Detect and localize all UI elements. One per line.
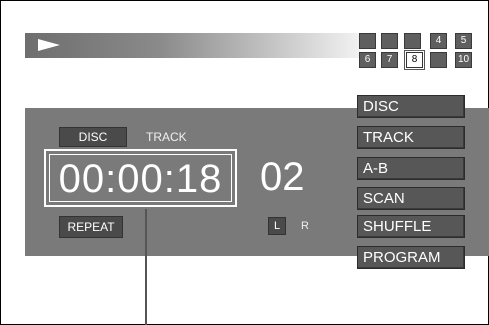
channel-left-indicator: L	[268, 217, 286, 235]
track-cell[interactable]: 4	[430, 33, 447, 49]
track-cell[interactable]: 5	[455, 33, 472, 49]
track-number: 02	[260, 155, 305, 199]
scan-button[interactable]: SCAN	[357, 187, 465, 210]
track-cell[interactable]: 6	[359, 52, 376, 68]
track-mode-label[interactable]: TRACK	[146, 130, 187, 144]
repeat-button[interactable]: REPEAT	[59, 216, 123, 238]
track-cell[interactable]	[404, 33, 421, 49]
program-button[interactable]: PROGRAM	[357, 246, 465, 269]
track-cell-current[interactable]: 8	[405, 51, 424, 69]
track-cell[interactable]: 7	[381, 52, 398, 68]
a-b-button[interactable]: A-B	[357, 157, 465, 180]
transport-bar	[25, 33, 360, 58]
track-cell[interactable]	[359, 33, 376, 49]
track-button[interactable]: TRACK	[357, 126, 465, 149]
track-cell[interactable]	[430, 52, 447, 68]
play-icon[interactable]	[38, 39, 60, 51]
time-display: 00:00:18	[44, 149, 237, 207]
disc-button[interactable]: DISC	[357, 95, 465, 118]
callout-line	[145, 209, 147, 325]
track-cell[interactable]: 10	[455, 52, 472, 68]
disc-mode-tag[interactable]: DISC	[59, 127, 127, 147]
track-cell[interactable]	[381, 33, 398, 49]
shuffle-button[interactable]: SHUFFLE	[357, 215, 465, 238]
channel-right-indicator: R	[301, 220, 309, 232]
elapsed-time: 00:00:18	[49, 154, 232, 202]
